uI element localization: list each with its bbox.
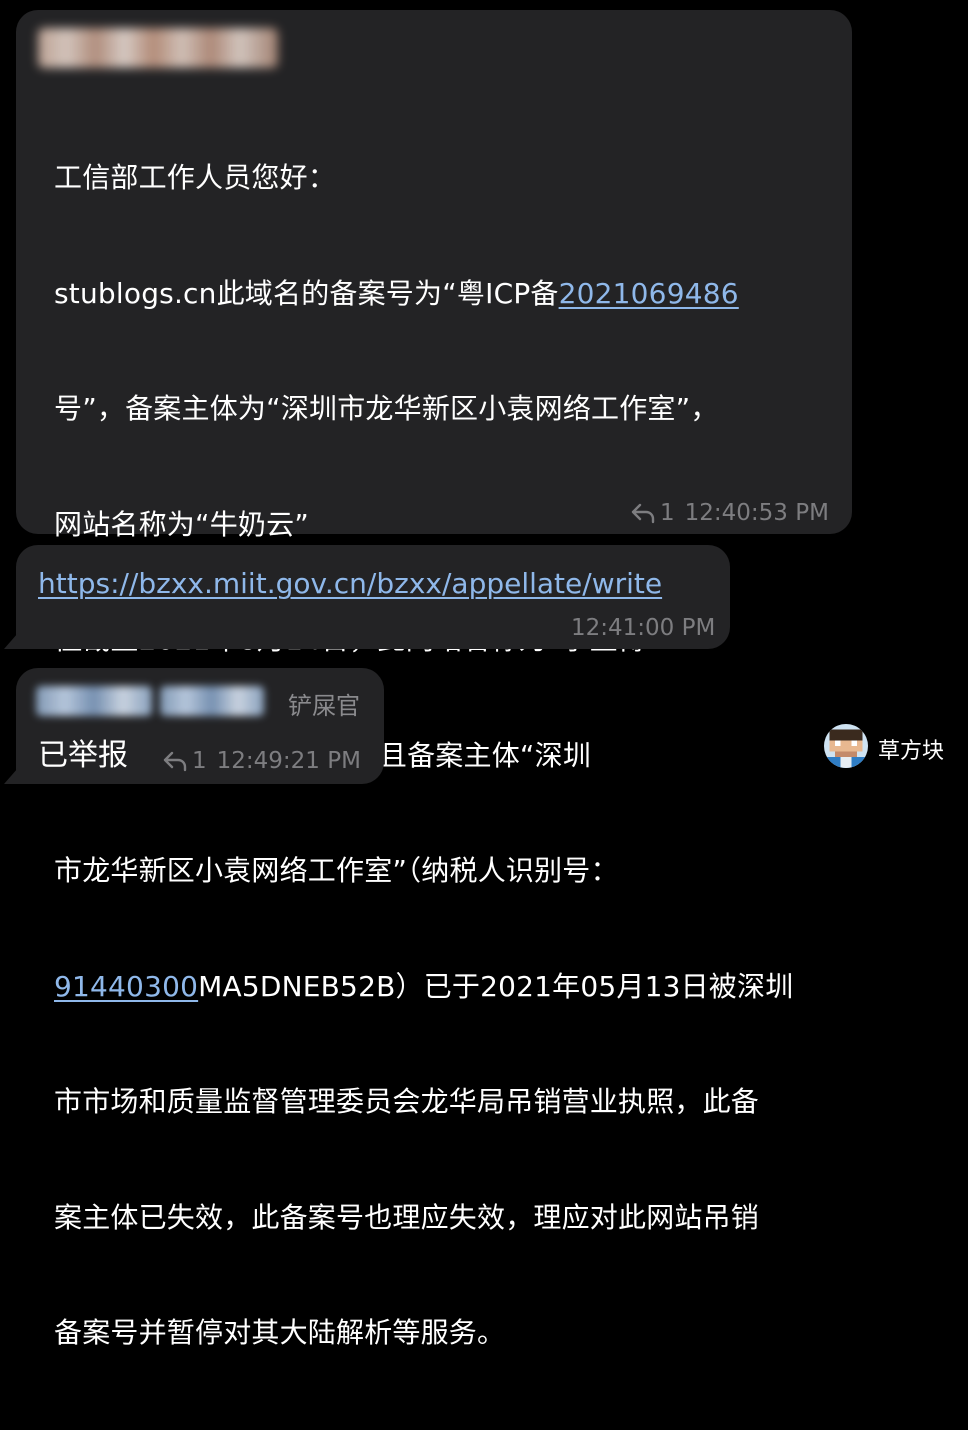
message-time: 12:40:53 PM [684, 500, 829, 526]
appellate-url-link[interactable]: https://bzxx.miit.gov.cn/bzxx/appellate/… [38, 567, 662, 600]
sender-name-blurred[interactable] [38, 28, 278, 68]
reply-count: 1 [660, 500, 675, 526]
reply-indicator[interactable]: 1 [630, 500, 675, 526]
icp-number-link[interactable]: 2021069486 [559, 277, 739, 310]
message-time: 12:49:21 PM [216, 748, 361, 774]
message-line: 案主体已失效，此备案号也理应失效，理应对此网站吊销 [54, 1200, 760, 1234]
message-bubble-3[interactable]: 铲屎官 已举报 1 12:49:21 PM [16, 668, 384, 784]
reply-indicator[interactable]: 1 [162, 748, 207, 774]
message-1-meta: 1 12:40:53 PM [630, 500, 829, 526]
message-3-meta: 1 12:49:21 PM [162, 748, 361, 774]
sender-name-blurred[interactable] [36, 686, 152, 716]
tax-id-link[interactable]: 91440300 [54, 970, 198, 1003]
message-bubble-1[interactable]: 工信部工作人员您好： stublogs.cn此域名的备案号为“粤ICP备2021… [16, 10, 852, 1349]
sender-name-blurred[interactable] [160, 686, 264, 716]
message-line: 91440300MA5DNEB52B）已于2021年05月13日被深圳 [54, 968, 864, 1007]
message-2-link[interactable]: https://bzxx.miit.gov.cn/bzxx/appellate/… [38, 567, 662, 600]
minecraft-head-icon [824, 724, 868, 768]
message-line: 工信部工作人员您好： [54, 161, 337, 194]
message-3-text: 已举报 [38, 738, 128, 773]
message-line-text: MA5DNEB52B）已于2021年05月13日被深圳 [198, 969, 794, 1003]
message-time: 12:41:00 PM [571, 615, 716, 641]
author-name[interactable]: 草方块 [878, 733, 944, 765]
message-line: stublogs.cn此域名的备案号为“粤ICP备2021069486 [54, 275, 864, 314]
message-bubble-2[interactable]: https://bzxx.miit.gov.cn/bzxx/appellate/… [16, 545, 730, 649]
reply-count: 1 [192, 748, 207, 774]
author-avatar[interactable] [824, 724, 868, 768]
reply-arrow-icon [631, 503, 655, 524]
admin-title: 铲屎官 [288, 692, 360, 720]
message-line: 号”，备案主体为“深圳市龙华新区小袁网络工作室”， [54, 392, 719, 425]
message-line: 备案号并暂停对其大陆解析等服务。 [54, 1316, 506, 1349]
message-line: 市龙华新区小袁网络工作室”（纳税人识别号： [54, 854, 619, 887]
reply-arrow-icon [163, 751, 187, 772]
message-2-meta: 12:41:00 PM [571, 615, 715, 641]
message-line-text: stublogs.cn此域名的备案号为“粤ICP备 [54, 276, 559, 310]
message-line: 市市场和质量监督管理委员会龙华局吊销营业执照，此备 [54, 1085, 760, 1118]
